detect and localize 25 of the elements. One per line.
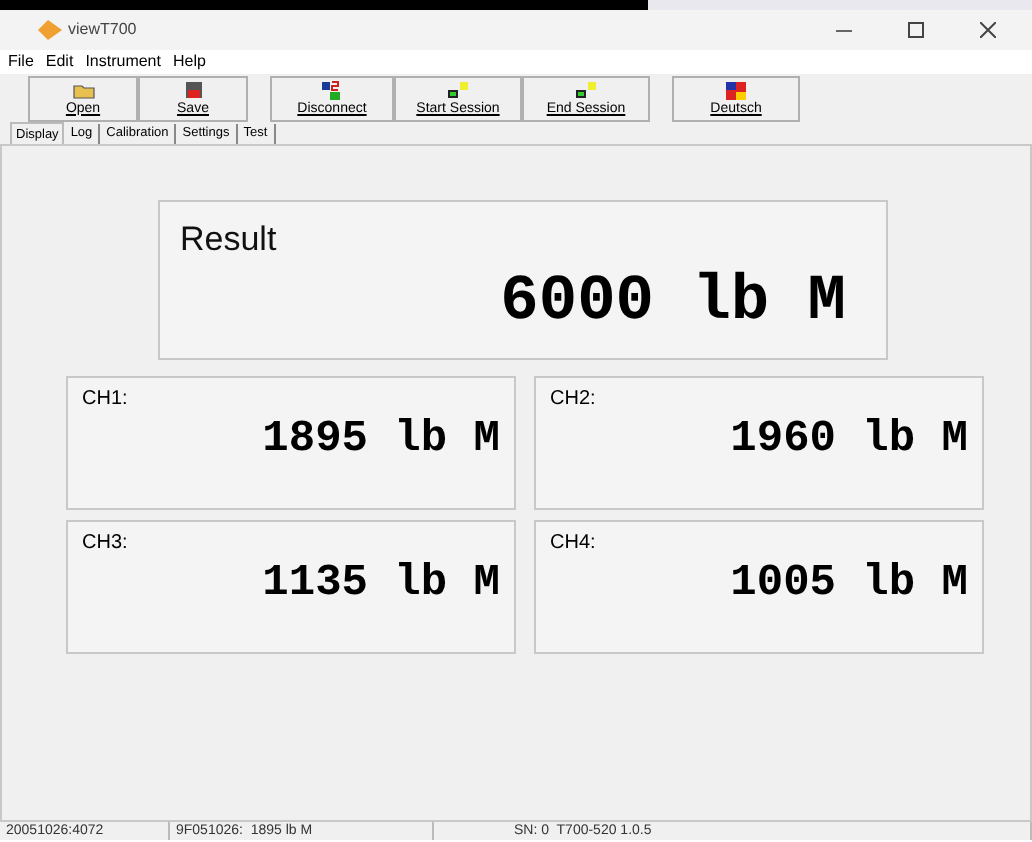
menu-item[interactable]: Instrument (85, 52, 161, 72)
minimize-icon[interactable] (836, 29, 852, 31)
close-icon[interactable] (980, 22, 996, 38)
window-title: viewT700 (68, 18, 137, 42)
plug-icon (320, 79, 344, 101)
channel-value: 1135 lb M (262, 556, 500, 612)
menu-item[interactable]: File (8, 52, 34, 72)
channel-label: CH1: (82, 388, 130, 412)
folder-icon (71, 79, 95, 101)
channel-value: 1895 lb M (262, 412, 500, 468)
flag-icon (724, 79, 748, 101)
menu-item[interactable]: Help (172, 52, 206, 72)
channel-label: CH4: (550, 532, 598, 556)
device-icon (446, 79, 470, 101)
channel-value: 1960 lb M (730, 412, 968, 468)
floppy-icon (181, 79, 205, 101)
app-logo-icon (38, 20, 62, 40)
device-icon (574, 79, 598, 101)
menu-item[interactable]: Edit (45, 52, 74, 72)
channel-value: 1005 lb M (730, 556, 968, 612)
result-value: 6000 lb M (500, 265, 846, 337)
maximize-icon[interactable] (908, 22, 924, 38)
result-label: Result (180, 218, 279, 262)
channel-label: CH3: (82, 532, 130, 556)
channel-label: CH2: (550, 388, 598, 412)
